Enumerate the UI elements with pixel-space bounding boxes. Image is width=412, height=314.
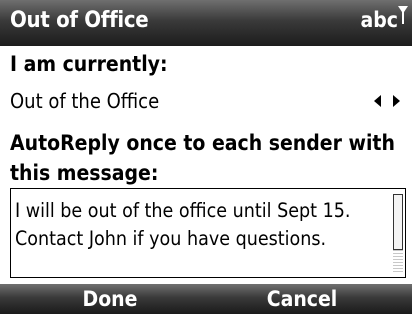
done-button[interactable]: Done (40, 287, 180, 311)
window-title: Out of Office (10, 8, 149, 33)
autoreply-message-text[interactable]: I will be out of the office until Sept 1… (15, 197, 385, 253)
input-mode-indicator[interactable]: abc (361, 8, 398, 32)
autoreply-message-field[interactable]: I will be out of the office until Sept 1… (10, 188, 406, 278)
message-scrollbar[interactable] (393, 194, 403, 274)
scrollbar-thumb[interactable] (393, 194, 403, 250)
signal-antenna-icon (398, 6, 408, 24)
status-selector[interactable]: Out of the Office (10, 89, 159, 113)
title-bar: Out of Office abc (0, 0, 412, 46)
cancel-button[interactable]: Cancel (232, 287, 372, 311)
left-right-arrows-icon[interactable] (372, 93, 402, 109)
softkey-bar: Done Cancel (0, 284, 412, 314)
autoreply-label: AutoReply once to each sender with this … (10, 131, 395, 185)
status-label: I am currently: (10, 52, 168, 76)
